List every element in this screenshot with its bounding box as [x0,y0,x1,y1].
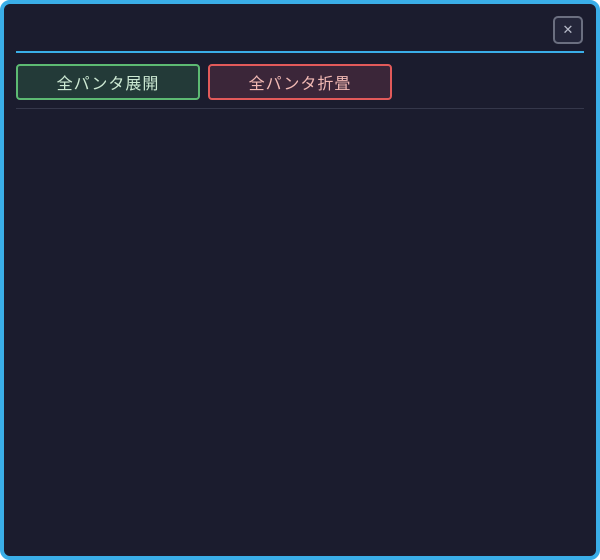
expand-all-button[interactable]: 全パンタ展開 [16,64,200,100]
collapse-all-label: 全パンタ折畳 [248,74,352,93]
panel-window: ✕ 全パンタ展開 全パンタ折畳 [0,0,600,560]
toolbar: 全パンタ展開 全パンタ折畳 [16,64,392,100]
expand-all-label: 全パンタ展開 [56,74,160,93]
close-button[interactable]: ✕ [553,16,583,44]
content-area [16,110,584,550]
close-icon: ✕ [562,22,574,38]
toolbar-divider [16,108,584,109]
collapse-all-button[interactable]: 全パンタ折畳 [208,64,392,100]
header-divider [16,51,584,53]
